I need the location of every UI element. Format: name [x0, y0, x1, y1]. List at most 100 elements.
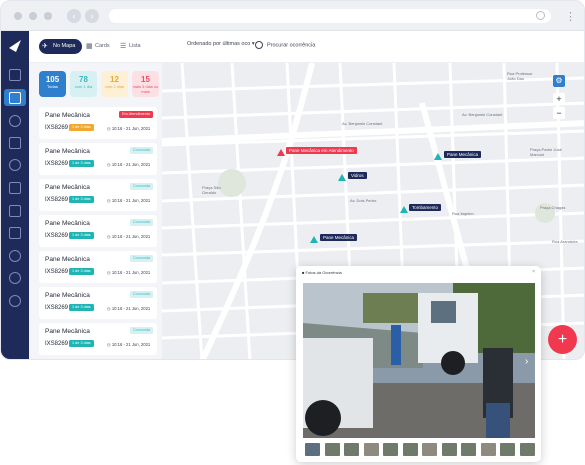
gear-icon[interactable] — [9, 295, 21, 307]
occurrence-card[interactable]: Pane Mecânica Concluída IXS8269 1 de 3 dias… — [39, 143, 157, 175]
vehicle-plate: IXS8269 — [45, 161, 69, 167]
card-time: ◷ 10:16 - 21 Jun, 2021 — [107, 342, 151, 347]
photo-thumbnail[interactable] — [324, 443, 340, 456]
stat-one-day[interactable]: 78 com 1 dia — [70, 71, 97, 97]
street-label: Av. Benjamin Constant — [462, 112, 503, 117]
help-icon[interactable] — [9, 272, 21, 284]
document-icon[interactable] — [9, 205, 21, 217]
days-badge: 1 de 3 dias — [69, 304, 94, 311]
marker-pin-icon[interactable] — [400, 206, 408, 213]
card-time: ◷ 10:16 - 21 Jun, 2021 — [107, 198, 151, 203]
settings-icon[interactable] — [9, 115, 21, 127]
photo-thumbnail[interactable] — [461, 443, 476, 456]
occurrence-card[interactable]: Pane Mecânica Concluída IXS8269 1 de 3 dias… — [39, 287, 157, 319]
stat-two-days[interactable]: 12 com 2 dias — [101, 71, 128, 97]
tab-map[interactable]: ✈ No Mapa — [39, 39, 83, 54]
stat-all[interactable]: 105 Todas — [39, 71, 66, 97]
card-time: ◷ 10:16 - 21 Jun, 2021 — [107, 306, 151, 311]
street-label: Rua Itapirim — [452, 211, 474, 216]
photo-thumbnail[interactable] — [383, 443, 398, 456]
map-marker[interactable]: Vidros — [348, 172, 367, 179]
card-time: ◷ 10:16 - 21 Jun, 2021 — [107, 162, 151, 167]
url-bar[interactable] — [109, 9, 551, 23]
card-title: Pane Mecânica — [45, 112, 90, 119]
card-title: Pane Mecânica — [45, 220, 90, 227]
map-marker[interactable]: Pane Mecânica — [444, 151, 482, 158]
photo-thumbnail[interactable] — [500, 443, 515, 456]
photo-thumbnail[interactable] — [441, 443, 457, 456]
search-input[interactable]: Procurar ocorrência — [255, 41, 315, 49]
menu-icon[interactable]: ⋮ — [565, 10, 576, 23]
occurrence-card[interactable]: Pane Mecânica Concluída IXS8269 1 de 3 dias… — [39, 323, 157, 355]
vehicle-plate: IXS8269 — [45, 233, 69, 239]
marker-pin-icon[interactable] — [277, 149, 285, 156]
alert-icon[interactable] — [9, 227, 21, 239]
next-photo-icon[interactable]: › — [525, 356, 528, 367]
vehicle-plate: IXS8269 — [45, 197, 69, 203]
tab-list[interactable]: ☰ Lista — [117, 39, 141, 54]
marker-pin-icon[interactable] — [434, 153, 442, 160]
map-marker[interactable]: Pane Mecânica em Atendimento — [286, 147, 357, 154]
window-dot[interactable] — [14, 12, 22, 20]
occurrence-panel: 105 Todas 78 com 1 dia 12 com 2 dias 15 mais… — [29, 63, 162, 359]
photo-thumbnail[interactable] — [344, 443, 359, 456]
card-title: Pane Mecânica — [45, 256, 90, 263]
zoom-in-button[interactable]: + — [553, 93, 565, 105]
vehicle-icon[interactable] — [9, 182, 21, 194]
street-label: Praça Chagas — [540, 205, 566, 210]
photo-viewer: ■ Fotos da Ocorrência × › — [296, 266, 541, 462]
truck-icon[interactable] — [9, 92, 21, 104]
zoom-out-button[interactable]: − — [553, 107, 565, 119]
user-icon[interactable] — [9, 137, 21, 149]
list-icon: ☰ — [120, 43, 127, 50]
card-title: Pane Mecânica — [45, 184, 90, 191]
occurrence-card[interactable]: Pane Mecânica Concluída IXS8269 1 de 3 dias… — [39, 251, 157, 283]
accident-photo[interactable] — [303, 283, 535, 438]
chat-icon[interactable] — [9, 250, 21, 262]
gear-icon[interactable]: ⚙ — [553, 75, 565, 87]
photo-thumbnail[interactable] — [402, 443, 418, 456]
days-badge: 1 de 3 dias — [69, 160, 94, 167]
status-badge: Concluída — [129, 255, 153, 262]
logo-icon — [9, 40, 21, 52]
map-marker[interactable]: Tombamento — [409, 204, 442, 211]
occurrence-card[interactable]: Pane Mecânica Concluída IXS8269 1 de 3 dias… — [39, 215, 157, 247]
marker-pin-icon[interactable] — [310, 236, 318, 243]
back-icon[interactable]: ‹ — [67, 9, 81, 23]
photo-thumbnail[interactable] — [422, 443, 437, 456]
map-marker[interactable]: Pane Mecânica — [320, 234, 358, 241]
search-icon — [255, 41, 263, 49]
days-badge: 1 de 3 dias — [69, 196, 94, 203]
toolbar: ✈ No Mapa ▦ Cards ☰ Lista Ordenado por últi… — [29, 31, 584, 63]
vehicle-plate: IXS8269 — [45, 341, 69, 347]
occurrence-card[interactable]: Pane Mecânica Concluída IXS8269 1 de 3 dias… — [39, 179, 157, 211]
photo-thumbnail[interactable] — [305, 443, 320, 456]
status-badge: Concluída — [129, 327, 153, 334]
search-occurrence-icon[interactable] — [9, 159, 21, 171]
forward-icon[interactable]: › — [85, 9, 99, 23]
photo-thumbnail[interactable] — [480, 443, 496, 456]
card-time: ◷ 10:16 - 21 Jun, 2021 — [107, 270, 151, 275]
tab-cards[interactable]: ▦ Cards — [83, 39, 110, 54]
window-dot[interactable] — [29, 12, 37, 20]
street-label: Praça Padre José Marconi — [530, 147, 562, 157]
close-icon[interactable]: × — [532, 269, 535, 275]
window-dot[interactable] — [44, 12, 52, 20]
photo-thumbnail[interactable] — [519, 443, 535, 456]
card-title: Pane Mecânica — [45, 292, 90, 299]
marker-pin-icon[interactable] — [338, 174, 346, 181]
days-badge: 1 de 3 dias — [69, 232, 94, 239]
stat-three-days[interactable]: 15 mais 3 dias ou mais — [132, 71, 159, 97]
street-label: Rua Professor João Dau — [507, 71, 533, 81]
add-occurrence-button[interactable]: + — [548, 325, 577, 354]
card-time: ◷ 10:16 - 21 Jun, 2021 — [107, 126, 151, 131]
occurrence-card[interactable]: Pane Mecânica Em Atendimento IXS8269 1 de 3… — [39, 107, 157, 139]
clock-icon: ◷ — [107, 306, 111, 311]
days-badge: 1 de 3 dias — [69, 124, 94, 131]
dashboard-icon[interactable] — [9, 69, 21, 81]
days-badge: 1 de 3 dias — [69, 340, 94, 347]
card-time: ◷ 10:16 - 21 Jun, 2021 — [107, 234, 151, 239]
clock-icon: ◷ — [107, 234, 111, 239]
sort-dropdown[interactable]: Ordenado por últimas oco ▾ — [187, 41, 255, 47]
photo-thumbnail[interactable] — [363, 443, 379, 456]
